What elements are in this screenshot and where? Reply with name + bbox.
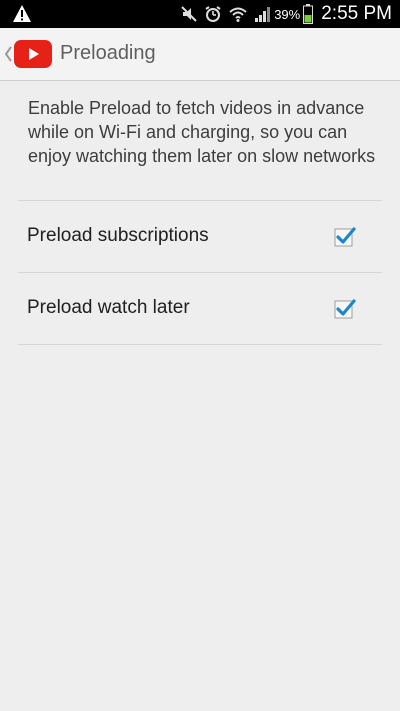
checkbox-preload-subscriptions[interactable] — [334, 226, 356, 248]
setting-label: Preload watch later — [27, 297, 190, 318]
action-bar: Preloading — [0, 28, 400, 81]
battery-icon — [303, 4, 314, 24]
setting-row-preload-watch-later[interactable]: Preload watch later — [18, 273, 382, 344]
alarm-icon — [205, 6, 221, 22]
clock: 2:55 PM — [321, 3, 392, 24]
signal-icon — [255, 7, 271, 22]
preload-description: Enable Preload to fetch videos in advanc… — [28, 98, 376, 166]
youtube-logo-icon[interactable] — [14, 40, 52, 68]
status-icons: 39% 2:55 PM — [174, 0, 392, 28]
wifi-icon — [229, 7, 247, 22]
status-bar: 39% 2:55 PM — [0, 0, 400, 28]
warning-icon — [13, 5, 31, 22]
divider — [18, 344, 382, 345]
setting-label: Preload subscriptions — [27, 225, 209, 246]
checkbox-preload-watch-later[interactable] — [334, 298, 356, 320]
setting-row-preload-subscriptions[interactable]: Preload subscriptions — [18, 201, 382, 272]
page-title: Preloading — [60, 42, 156, 64]
back-chevron-icon[interactable] — [3, 44, 13, 64]
battery-percent: 39% — [274, 6, 301, 22]
mute-icon — [181, 6, 197, 22]
